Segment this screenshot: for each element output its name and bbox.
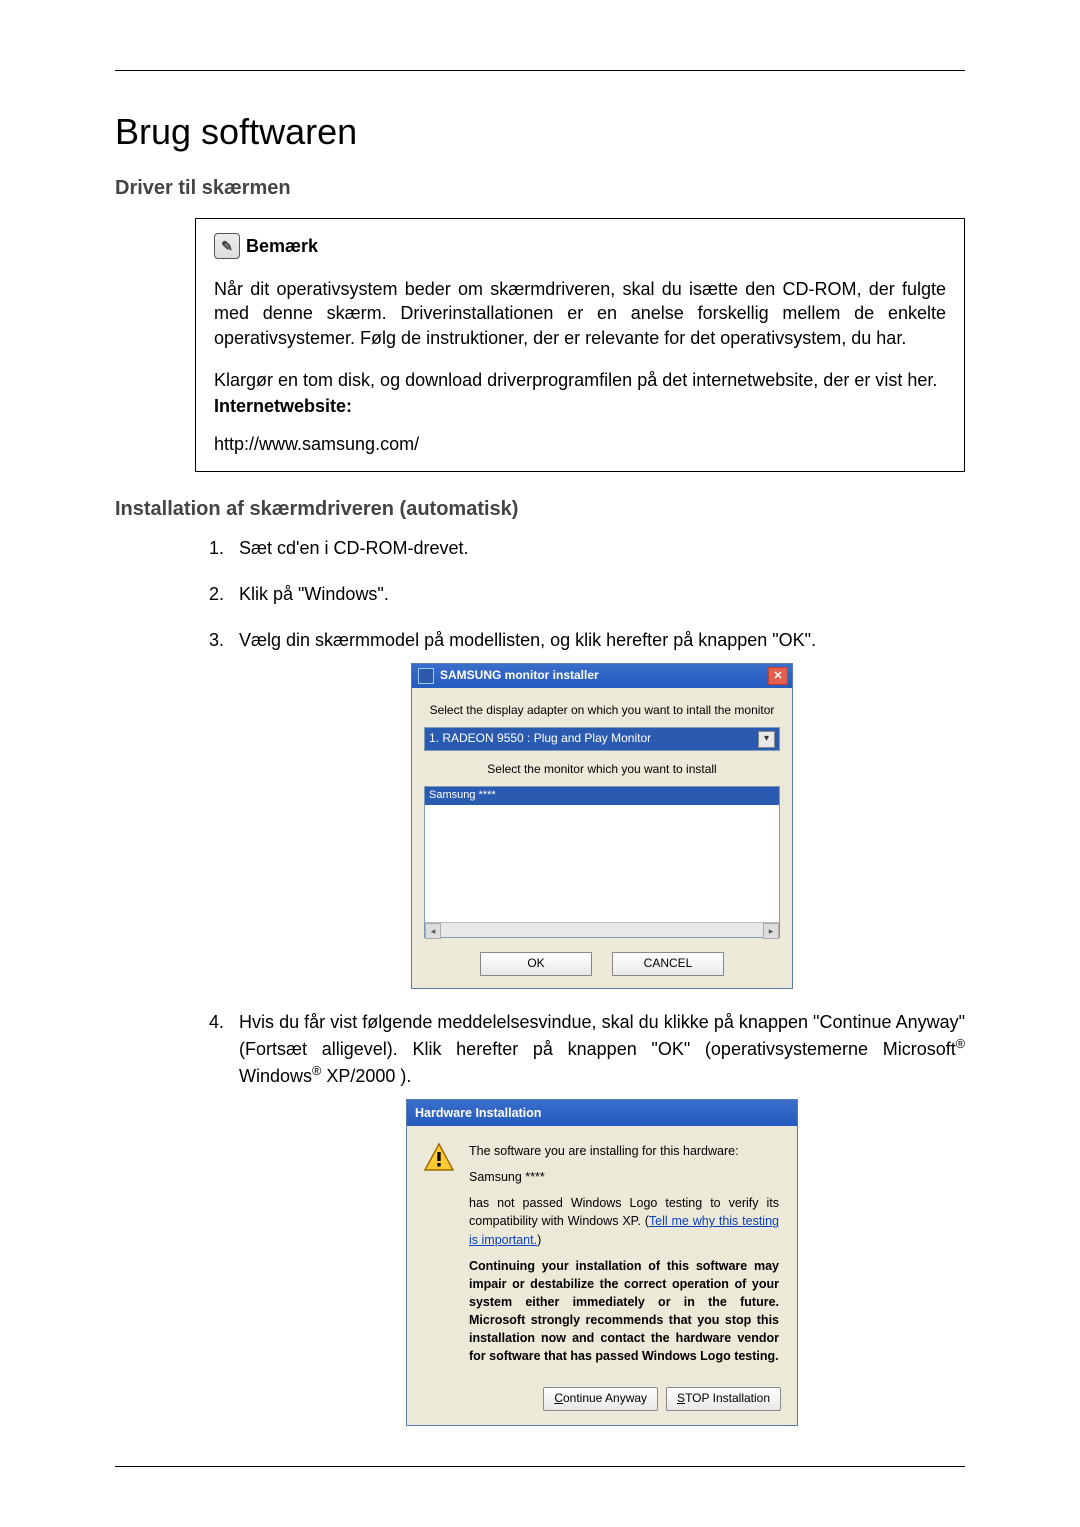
step-3: Vælg din skærmmodel på modellisten, og k… <box>229 627 965 989</box>
step-2: Klik på "Windows". <box>229 581 965 607</box>
reg-mark-2: ® <box>312 1064 321 1078</box>
chevron-down-icon[interactable]: ▾ <box>758 731 775 748</box>
note-website-label: Internetwebsite: <box>214 394 946 418</box>
warning-icon <box>423 1142 455 1174</box>
note-icon <box>214 233 240 259</box>
dialog1-adapter-select[interactable]: 1. RADEON 9550 : Plug and Play Monitor ▾ <box>424 727 780 750</box>
scroll-left-icon[interactable]: ◂ <box>425 923 441 939</box>
dialog1-ok-button[interactable]: OK <box>480 952 592 975</box>
dialog1-titlebar: SAMSUNG monitor installer ✕ <box>412 664 792 688</box>
dialog1-monitor-label: Select the monitor which you want to ins… <box>424 761 780 778</box>
samsung-installer-dialog: SAMSUNG monitor installer ✕ Select the d… <box>411 663 793 989</box>
note-paragraph-2: Klargør en tom disk, og download driverp… <box>214 368 946 392</box>
dialog2-line1: The software you are installing for this… <box>469 1142 779 1160</box>
dialog2-line2: Samsung **** <box>469 1168 779 1186</box>
dialog1-title: SAMSUNG monitor installer <box>440 667 599 684</box>
stop-installation-button[interactable]: STOP Installation <box>666 1387 781 1410</box>
dialog1-close-button[interactable]: ✕ <box>768 667 788 685</box>
dialog1-adapter-label: Select the display adapter on which you … <box>424 702 780 719</box>
dialog1-monitor-list[interactable]: Samsung **** ◂ ▸ <box>424 786 780 938</box>
scroll-track[interactable] <box>441 923 763 937</box>
subsection-install-title: Installation af skærmdriveren (automatis… <box>115 498 965 521</box>
steps-list: Sæt cd'en i CD-ROM-drevet. Klik på "Wind… <box>195 535 965 1426</box>
hardware-installation-dialog: Hardware Installation The software you a… <box>406 1099 798 1426</box>
continue-anyway-button[interactable]: Continue Anyway <box>543 1387 658 1410</box>
dialog2-title: Hardware Installation <box>415 1106 541 1120</box>
reg-mark-1: ® <box>956 1037 965 1051</box>
step-4-text-c: XP/2000 ). <box>321 1066 411 1086</box>
bottom-rule <box>115 1466 965 1467</box>
note-paragraph-1: Når dit operativsystem beder om skærmdri… <box>214 277 946 350</box>
step-4-text-b: Windows <box>239 1066 312 1086</box>
dialog1-cancel-button[interactable]: CANCEL <box>612 952 724 975</box>
dialog1-hscrollbar[interactable]: ◂ ▸ <box>425 922 779 937</box>
dialog2-line3: has not passed Windows Logo testing to v… <box>469 1194 779 1248</box>
note-label: Bemærk <box>246 234 318 258</box>
top-rule <box>115 70 965 71</box>
page-title: Brug softwaren <box>115 111 965 153</box>
dialog1-title-icon <box>418 668 434 684</box>
section-driver-title: Driver til skærmen <box>115 177 965 200</box>
dialog2-line3b: ) <box>537 1233 541 1247</box>
scroll-right-icon[interactable]: ▸ <box>763 923 779 939</box>
step-1: Sæt cd'en i CD-ROM-drevet. <box>229 535 965 561</box>
dialog2-titlebar: Hardware Installation <box>407 1100 797 1126</box>
step-4: Hvis du får vist følgende meddelelsesvin… <box>229 1009 965 1426</box>
dialog1-adapter-value: 1. RADEON 9550 : Plug and Play Monitor <box>429 730 651 747</box>
step-4-text-a: Hvis du får vist følgende meddelelsesvin… <box>239 1012 965 1059</box>
dialog1-monitor-selected[interactable]: Samsung **** <box>425 787 779 805</box>
dialog2-bold-warning: Continuing your installation of this sof… <box>469 1257 779 1366</box>
note-box: Bemærk Når dit operativsystem beder om s… <box>195 218 965 472</box>
step-3-text: Vælg din skærmmodel på modellisten, og k… <box>239 630 816 650</box>
note-header: Bemærk <box>214 233 946 259</box>
note-url: http://www.samsung.com/ <box>214 432 946 456</box>
